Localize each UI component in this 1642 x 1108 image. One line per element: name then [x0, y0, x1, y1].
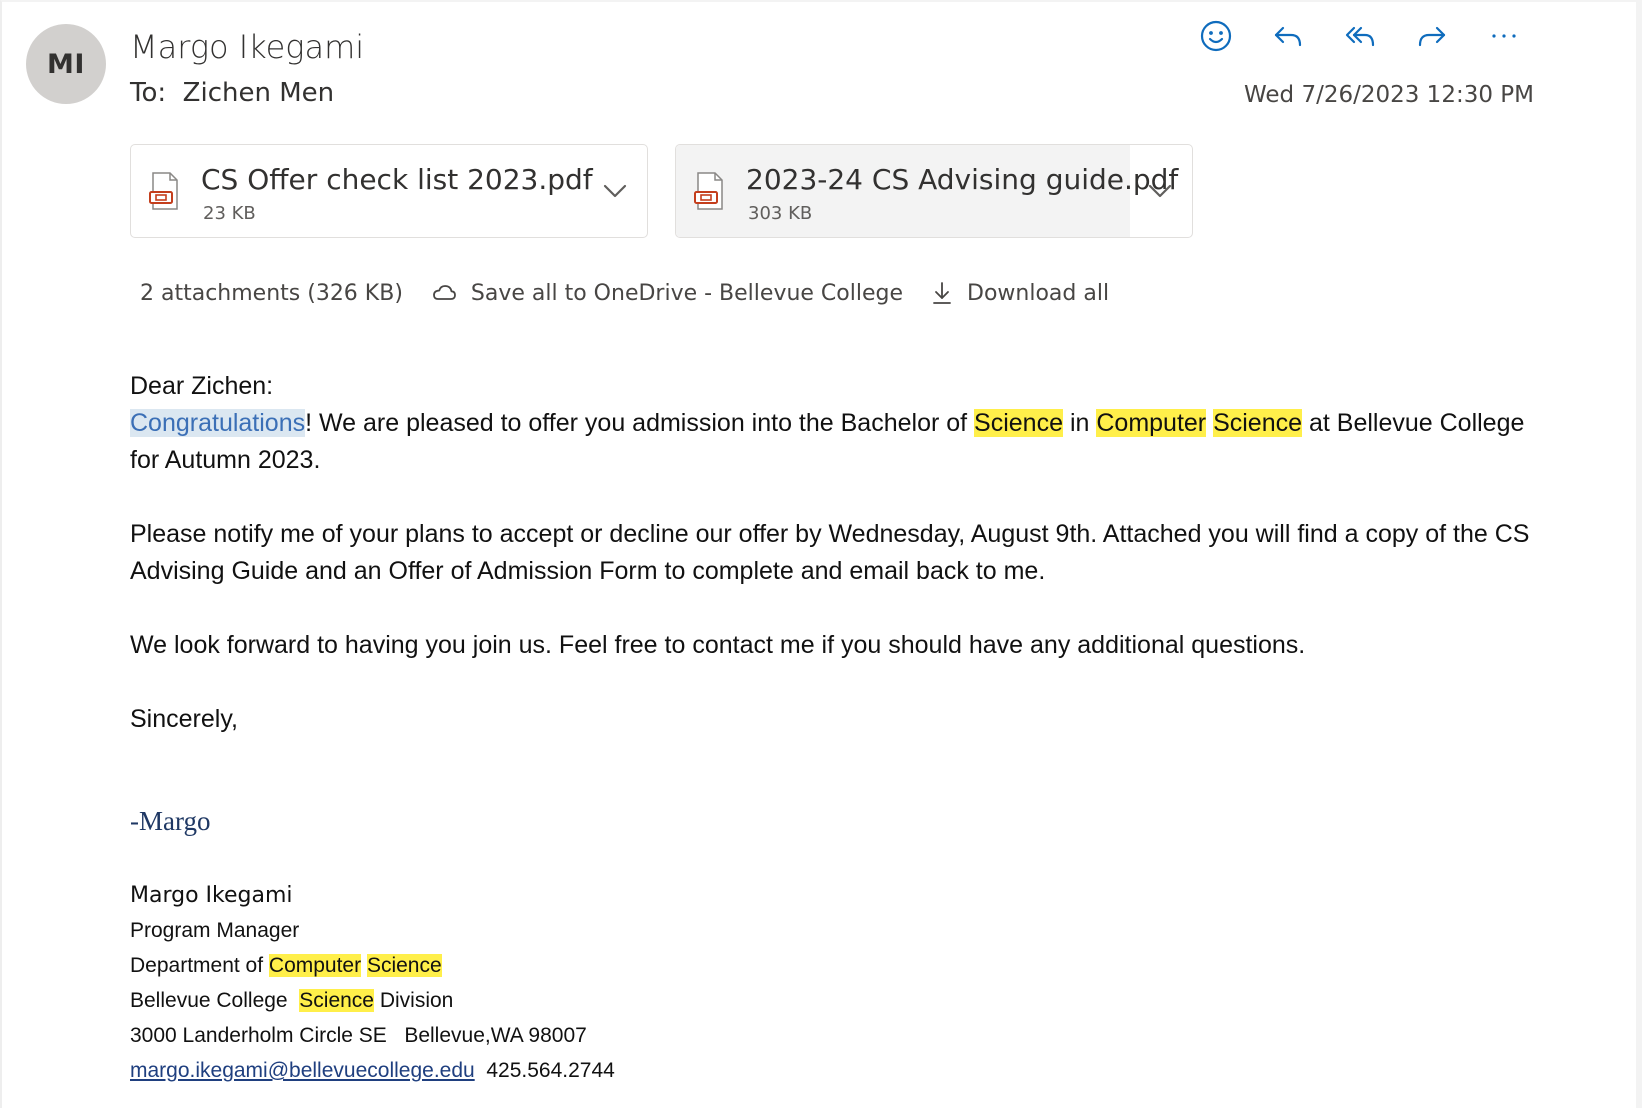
forward-icon[interactable] — [1414, 18, 1450, 54]
search-highlight: Science — [1213, 409, 1303, 437]
handwritten-signature: -Margo — [130, 806, 211, 836]
search-highlight: Computer — [268, 954, 362, 977]
attachment-name: 2023-24 CS Advising guide.pdf — [746, 163, 1179, 196]
message-body: Dear Zichen: Congratulations! We are ple… — [130, 368, 1560, 738]
to-label: To: — [130, 78, 167, 108]
chevron-down-icon[interactable] — [597, 173, 633, 209]
attachment-card[interactable]: CS Offer check list 2023.pdf 23 KB — [130, 144, 648, 238]
attachment-size: 23 KB — [203, 203, 256, 224]
closing: Sincerely, — [130, 705, 238, 733]
signature-department: Department of Computer Science — [130, 954, 442, 977]
signature-address: 3000 Landerholm Circle SE Bellevue,WA 98… — [130, 1024, 587, 1047]
search-highlight: Science — [974, 409, 1063, 437]
chevron-down-icon[interactable] — [1142, 173, 1178, 209]
signature-title: Program Manager — [130, 919, 300, 942]
more-icon[interactable] — [1486, 18, 1522, 54]
recipient-line: To: Zichen Men — [130, 78, 334, 108]
recipient-name[interactable]: Zichen Men — [183, 78, 334, 108]
search-highlight: Computer — [1096, 409, 1207, 437]
signature-division: Bellevue College Science Division — [130, 989, 454, 1012]
paragraph-notify: Please notify me of your plans to accept… — [130, 520, 1530, 585]
save-to-onedrive-button[interactable]: Save all to OneDrive - Bellevue College — [431, 281, 903, 306]
download-all-button[interactable]: Download all — [931, 280, 1109, 306]
attachment-toolbar: 2 attachments (326 KB) Save all to OneDr… — [140, 280, 1137, 306]
email-link[interactable]: margo.ikegami@bellevuecollege.edu — [130, 1059, 475, 1082]
pdf-file-icon — [149, 172, 178, 210]
paragraph-closing: We look forward to having you join us. F… — [130, 631, 1306, 659]
attachment-card[interactable]: 2023-24 CS Advising guide.pdf 303 KB — [675, 144, 1193, 238]
download-all-label: Download all — [967, 280, 1110, 306]
selected-word: Congratulations — [130, 409, 306, 437]
attachment-open[interactable]: 2023-24 CS Advising guide.pdf 303 KB — [676, 145, 1178, 237]
reply-all-icon[interactable] — [1342, 18, 1378, 54]
message-actions — [1198, 18, 1522, 54]
paragraph-offer: Congratulations! We are pleased to offer… — [130, 409, 1525, 474]
phone-number: 425.564.2744 — [486, 1059, 615, 1082]
search-highlight: Science — [299, 989, 374, 1012]
attachment-open[interactable]: CS Offer check list 2023.pdf 23 KB — [131, 145, 593, 237]
download-icon — [933, 282, 951, 304]
signature-block: Margo Ikegami Program Manager Department… — [130, 878, 615, 1088]
signature-name: Margo Ikegami — [130, 883, 293, 908]
reply-icon[interactable] — [1270, 18, 1306, 54]
greeting: Dear Zichen: — [130, 372, 274, 400]
sender-name[interactable]: Margo Ikegami — [130, 28, 364, 66]
search-highlight: Science — [366, 954, 442, 977]
attachments-summary: 2 attachments (326 KB) — [140, 280, 403, 306]
attachment-size: 303 KB — [748, 203, 813, 224]
avatar[interactable]: MI — [26, 24, 106, 104]
smiley-icon[interactable] — [1198, 18, 1234, 54]
save-all-label: Save all to OneDrive - Bellevue College — [470, 280, 904, 306]
sent-date: Wed 7/26/2023 12:30 PM — [1243, 82, 1534, 108]
scrollbar-track[interactable] — [1636, 0, 1642, 1108]
cloud-icon — [433, 285, 456, 300]
attachment-name: CS Offer check list 2023.pdf — [201, 163, 593, 196]
pdf-file-icon — [694, 172, 723, 210]
signature-contact: margo.ikegami@bellevuecollege.edu 425.56… — [130, 1053, 615, 1088]
